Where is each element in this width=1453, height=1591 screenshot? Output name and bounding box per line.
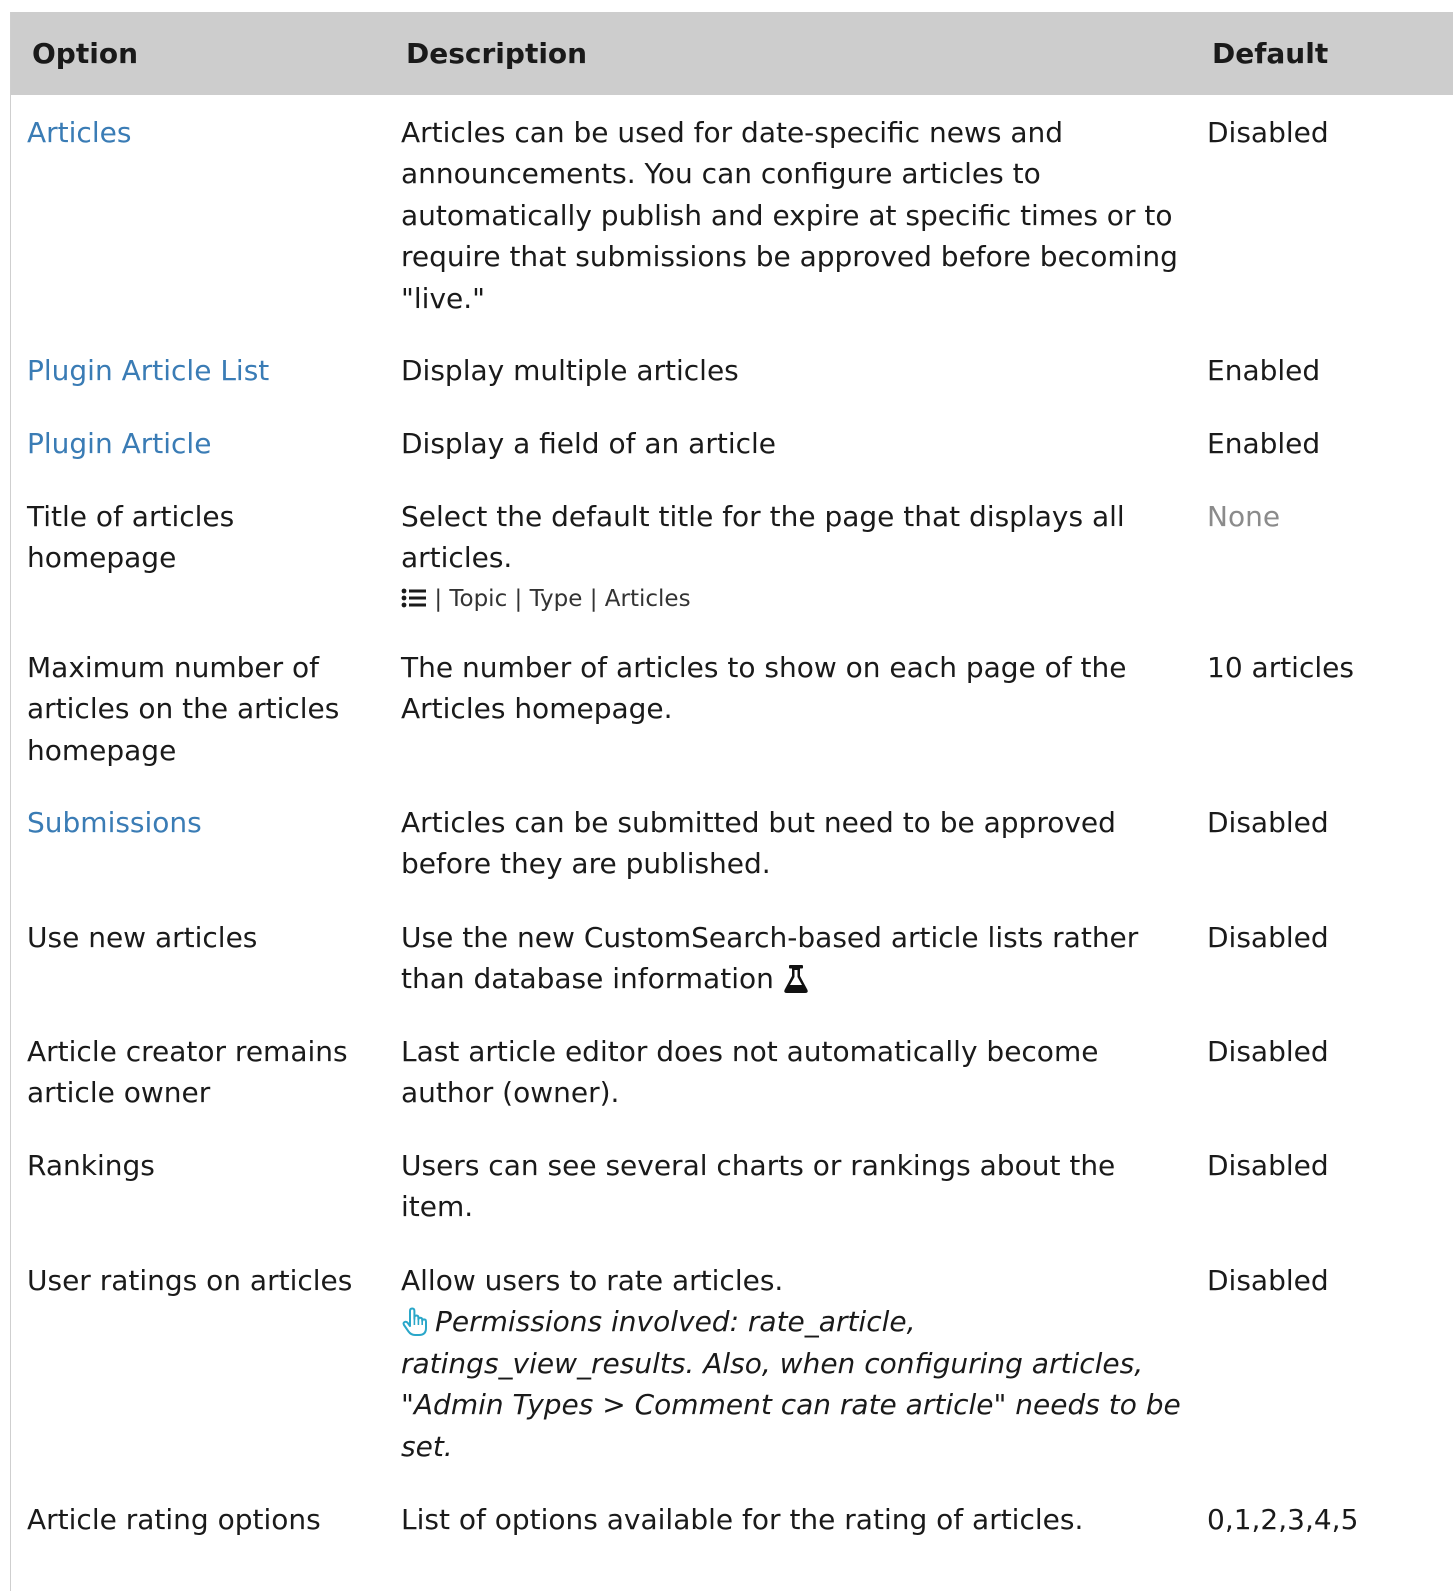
description-text: Display a field of an article <box>401 427 777 460</box>
option-label: User ratings on articles <box>27 1264 353 1297</box>
default-value: Enabled <box>1207 427 1321 460</box>
list-icon <box>401 588 426 608</box>
option-label: Use new articles <box>27 921 258 954</box>
option-label: Article rating options <box>27 1503 321 1536</box>
option-label: Maximum number of articles on the articl… <box>27 651 340 767</box>
header-option: Option <box>32 37 138 70</box>
default-value: None <box>1207 500 1281 533</box>
default-value: 10 articles <box>1207 651 1354 684</box>
default-value: Disabled <box>1207 1035 1329 1068</box>
table-header: Option Description Default <box>11 12 1453 95</box>
default-value: 0,1,2,3,4,5 <box>1207 1503 1359 1536</box>
default-value: Disabled <box>1207 921 1329 954</box>
description-cell: Select the default title for the page th… <box>401 496 1181 617</box>
header-default: Default <box>1212 37 1329 70</box>
option-link-plugin-article-list[interactable]: Plugin Article List <box>27 354 269 387</box>
description-text: Last article editor does not automatical… <box>401 1035 1099 1110</box>
permission-hand-icon <box>402 1307 427 1337</box>
default-value: Disabled <box>1207 1149 1329 1182</box>
description-text: Use the new CustomSearch-based article l… <box>401 921 1139 996</box>
experimental-flask-icon <box>784 965 808 994</box>
preferences-table: Option Description Default Articles Arti… <box>10 12 1453 1591</box>
description-text: Articles can be submitted but need to be… <box>401 806 1116 881</box>
permissions-note-path: Admin Types > Comment can rate article <box>413 1388 994 1422</box>
permissions-note: Permissions involved: rate_article, rati… <box>401 1301 1181 1467</box>
default-value: Enabled <box>1207 354 1321 387</box>
option-link-submissions[interactable]: Submissions <box>27 806 202 839</box>
default-value: Disabled <box>1207 1264 1329 1297</box>
option-label: Title of articles homepage <box>27 500 235 575</box>
description-cell: Use the new CustomSearch-based article l… <box>401 917 1181 1000</box>
description-text: Display multiple articles <box>401 354 739 387</box>
default-value: Disabled <box>1207 116 1329 149</box>
default-value: Disabled <box>1207 806 1329 839</box>
description-text: Articles can be used for date-specific n… <box>401 116 1178 315</box>
description-text: Users can see several charts or rankings… <box>401 1149 1116 1224</box>
option-label: Rankings <box>27 1149 155 1182</box>
description-text: List of options available for the rating… <box>401 1503 1084 1536</box>
description-text: Select the default title for the page th… <box>401 500 1125 575</box>
option-label: Article creator remains article owner <box>27 1035 348 1110</box>
description-text: Allow users to rate articles. <box>401 1264 784 1297</box>
description-cell: Allow users to rate articles. Permission… <box>401 1260 1181 1467</box>
description-text: The number of articles to show on each p… <box>401 651 1127 726</box>
header-description: Description <box>406 37 588 70</box>
sub-options: | Topic | Type | Articles <box>401 581 1181 617</box>
option-link-plugin-article[interactable]: Plugin Article <box>27 427 211 460</box>
option-link-articles[interactable]: Articles <box>27 116 131 149</box>
sub-options-text: | Topic | Type | Articles <box>434 585 691 612</box>
